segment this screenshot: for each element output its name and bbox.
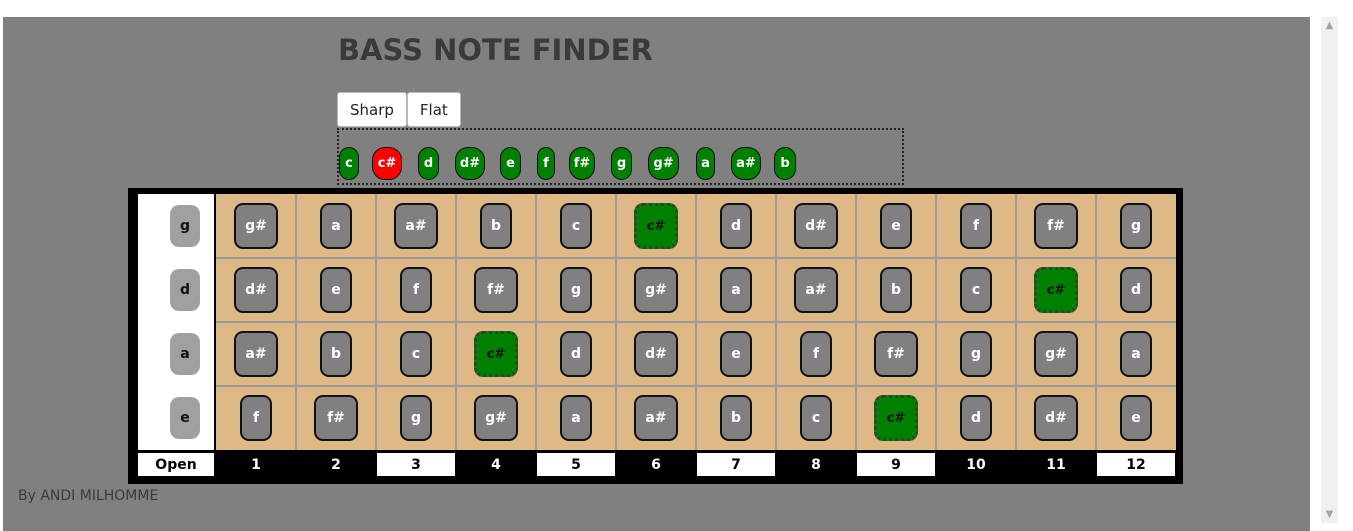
string-label-a[interactable]: a: [170, 333, 200, 375]
note-picker-a[interactable]: a: [696, 147, 715, 180]
fret-note-highlighted[interactable]: c#: [874, 395, 918, 441]
fret-number: 5: [537, 453, 615, 476]
fret-note[interactable]: g: [560, 267, 592, 313]
fret-note[interactable]: a: [560, 395, 592, 441]
fret-note[interactable]: d: [560, 331, 592, 377]
open-label: Open: [138, 453, 214, 476]
page-title: BASS NOTE FINDER: [338, 33, 653, 67]
fret-note[interactable]: f#: [874, 331, 918, 377]
fret-note[interactable]: f: [240, 395, 272, 441]
fret-note[interactable]: b: [880, 267, 912, 313]
fret-note-highlighted[interactable]: c#: [1034, 267, 1078, 313]
fret-note[interactable]: d: [720, 203, 752, 249]
fret-note[interactable]: f: [960, 203, 992, 249]
fret-note[interactable]: e: [1120, 395, 1152, 441]
fret-note[interactable]: e: [720, 331, 752, 377]
string-divider: [216, 321, 1176, 323]
fret-note-highlighted[interactable]: c#: [634, 203, 678, 249]
fret-number: 2: [297, 453, 375, 476]
fret-number: 11: [1017, 453, 1095, 476]
fret-note[interactable]: g: [960, 331, 992, 377]
string-label-e[interactable]: e: [170, 397, 200, 439]
fret-note[interactable]: d: [960, 395, 992, 441]
fret-number: 4: [457, 453, 535, 476]
scroll-down-icon[interactable]: ▼: [1321, 506, 1338, 523]
fret-note[interactable]: a#: [394, 203, 438, 249]
string-label-g[interactable]: g: [170, 205, 200, 247]
fret-note[interactable]: a#: [234, 331, 278, 377]
fret-note[interactable]: f#: [314, 395, 358, 441]
fret-note[interactable]: e: [880, 203, 912, 249]
fret-note[interactable]: a: [720, 267, 752, 313]
fret-note[interactable]: c: [400, 331, 432, 377]
sharp-button[interactable]: Sharp: [337, 92, 407, 127]
fret-note[interactable]: a#: [794, 267, 838, 313]
fret-note[interactable]: c: [800, 395, 832, 441]
fret-number: 1: [217, 453, 295, 476]
fret-note[interactable]: g#: [234, 203, 278, 249]
fret-number: 6: [617, 453, 695, 476]
note-picker-e[interactable]: e: [500, 147, 521, 180]
fret-number: 9: [857, 453, 935, 476]
fret-note[interactable]: d#: [794, 203, 838, 249]
string-divider: [216, 257, 1176, 259]
fret-note[interactable]: b: [480, 203, 512, 249]
fret-note[interactable]: a: [320, 203, 352, 249]
fret-note[interactable]: c: [560, 203, 592, 249]
vertical-scrollbar[interactable]: ▲ ▼: [1321, 17, 1338, 523]
fret-note[interactable]: g#: [474, 395, 518, 441]
fret-number: 12: [1097, 453, 1175, 476]
note-picker-a-sharp[interactable]: a#: [731, 147, 761, 180]
fret-note[interactable]: f: [400, 267, 432, 313]
fret-note[interactable]: b: [720, 395, 752, 441]
fret-note[interactable]: a: [1120, 331, 1152, 377]
fret-note[interactable]: d#: [1034, 395, 1078, 441]
note-picker-g-sharp[interactable]: g#: [648, 147, 679, 180]
fretboard-wood: g# a a# b c c# d d# e f f# g d# e f f# g g# a a# b c c# d a# b c c#…: [216, 194, 1176, 450]
note-picker-d-sharp[interactable]: d#: [455, 147, 485, 180]
fret-note[interactable]: d#: [634, 331, 678, 377]
fret-note[interactable]: g: [1120, 203, 1152, 249]
note-picker-c[interactable]: c: [339, 147, 359, 180]
fret-note-highlighted[interactable]: c#: [474, 331, 518, 377]
string-labels-column: gdae: [138, 194, 214, 450]
note-picker-d[interactable]: d: [418, 147, 439, 180]
accidental-mode-toggle: Sharp Flat: [337, 92, 461, 127]
fret-note[interactable]: g#: [634, 267, 678, 313]
fret-note[interactable]: f: [800, 331, 832, 377]
page: BASS NOTE FINDER Sharp Flat c c# d d# e f f# g g…: [3, 17, 1310, 531]
fret-note[interactable]: f#: [474, 267, 518, 313]
fret-note[interactable]: a#: [634, 395, 678, 441]
fret-number: 3: [377, 453, 455, 476]
flat-button[interactable]: Flat: [406, 92, 461, 127]
note-picker-c-sharp[interactable]: c#: [372, 147, 402, 180]
fret-note[interactable]: b: [320, 331, 352, 377]
note-picker-f[interactable]: f: [537, 147, 555, 180]
author-credit: By ANDI MILHOMME: [18, 488, 159, 504]
fret-note[interactable]: g#: [1034, 331, 1078, 377]
fret-number: 10: [937, 453, 1015, 476]
fret-number: 8: [777, 453, 855, 476]
fret-note[interactable]: g: [400, 395, 432, 441]
note-picker-f-sharp[interactable]: f#: [569, 147, 595, 180]
fret-note[interactable]: c: [960, 267, 992, 313]
note-picker-g[interactable]: g: [611, 147, 632, 180]
scroll-up-icon[interactable]: ▲: [1321, 17, 1338, 34]
fret-number: 7: [697, 453, 775, 476]
fret-note[interactable]: d: [1120, 267, 1152, 313]
fret-note[interactable]: e: [320, 267, 352, 313]
fret-note[interactable]: f#: [1034, 203, 1078, 249]
string-divider: [216, 385, 1176, 387]
note-picker-b[interactable]: b: [774, 147, 796, 180]
fret-note[interactable]: d#: [234, 267, 278, 313]
string-label-d[interactable]: d: [170, 269, 200, 311]
note-picker: c c# d d# e f f# g g# a a# b: [337, 128, 904, 185]
fretboard: gdae g# a a# b c c# d d# e f f# g d# e f f# g g# a a# b c c# d a…: [128, 188, 1183, 484]
